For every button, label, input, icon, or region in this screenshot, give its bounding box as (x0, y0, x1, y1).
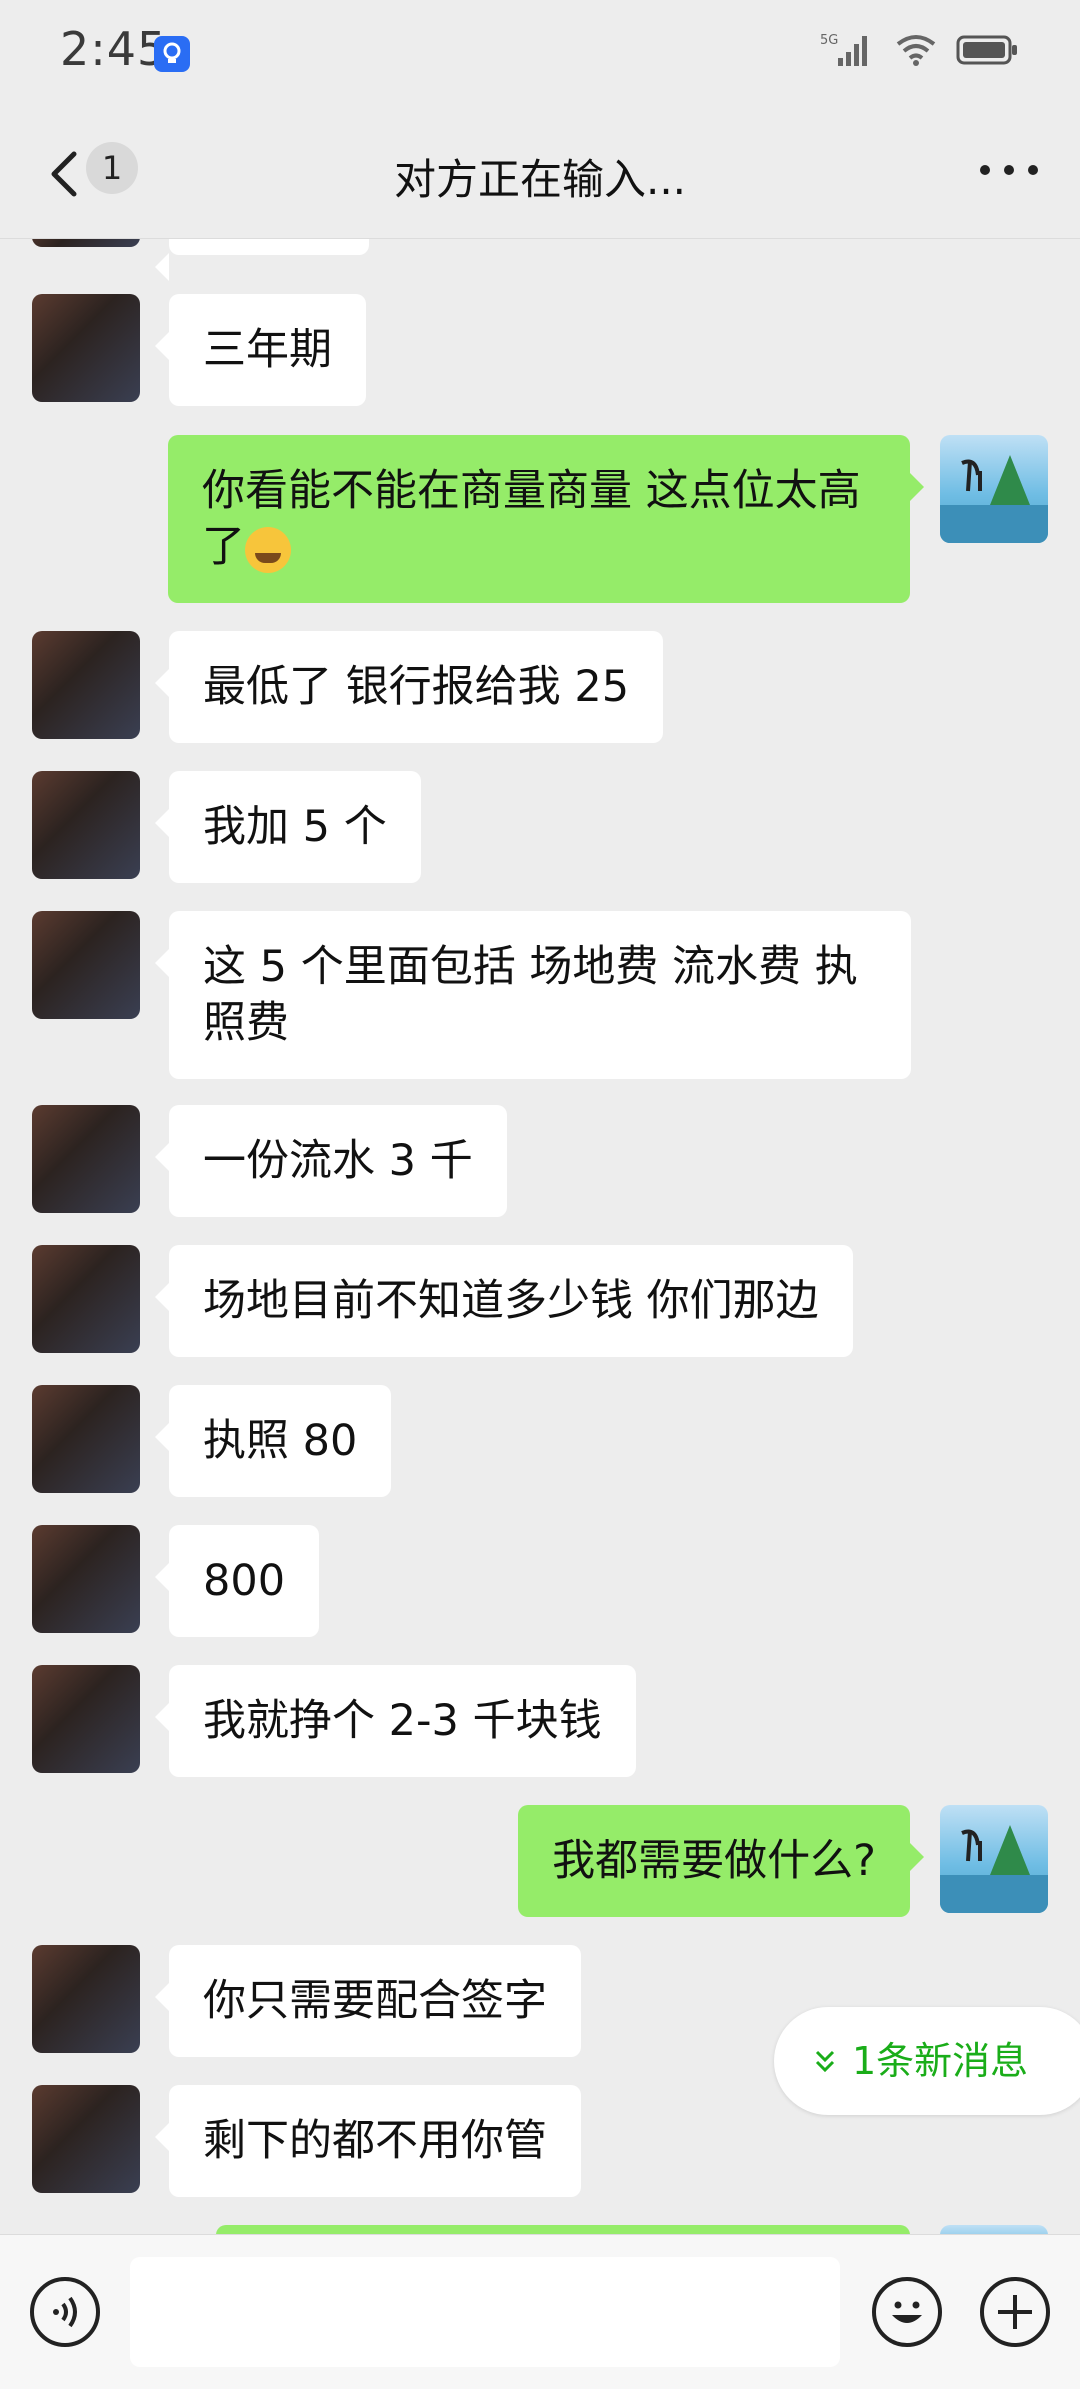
message-bubble[interactable]: 这 5 个里面包括 场地费 流水费 执照费 (155, 911, 911, 1079)
new-message-indicator[interactable]: 1条新消息 (774, 2007, 1080, 2115)
message-bubble-self[interactable]: 我都需要做什么? (518, 1805, 924, 1917)
message-bubble[interactable] (155, 239, 369, 281)
voice-icon (53, 2296, 77, 2328)
more-options-button[interactable] (980, 160, 1040, 180)
chat-title: 对方正在输入... (393, 155, 687, 204)
contact-avatar[interactable] (32, 1945, 140, 2053)
system-icons: 5G (820, 30, 1020, 74)
message-bubble[interactable]: 剩下的都不用你管 (155, 2085, 581, 2197)
input-bar (0, 2234, 1080, 2389)
message-bubble[interactable]: 你只需要配合签字 (155, 1945, 581, 2057)
contact-avatar[interactable] (32, 294, 140, 402)
plus-icon (998, 2295, 1032, 2329)
status-time: 2:45 (60, 22, 168, 76)
self-avatar[interactable] (940, 1805, 1048, 1913)
contact-avatar[interactable] (32, 631, 140, 739)
message-text: 你看能不能在商量商量 这点位太高了 (202, 466, 861, 572)
double-chevron-down-icon (814, 2009, 836, 2117)
signal-icon: 5G (820, 30, 876, 74)
message-list[interactable]: 三年期 你看能不能在商量商量 这点位太高了 最低了 银行报给我 25 我加 5 … (0, 239, 1080, 2234)
message-bubble[interactable]: 最低了 银行报给我 25 (154, 631, 664, 743)
message-bubble[interactable]: 一份流水 3 千 (155, 1105, 507, 1217)
voice-button[interactable] (30, 2277, 100, 2347)
message-bubble[interactable]: 执照 80 (154, 1385, 392, 1497)
message-bubble[interactable]: 我就挣个 2-3 千块钱 (155, 1665, 636, 1777)
message-bubble-self[interactable] (216, 2225, 910, 2234)
message-bubble[interactable]: 800 (154, 1525, 320, 1637)
wifi-icon (894, 32, 938, 72)
contact-avatar[interactable] (32, 239, 140, 247)
contact-avatar[interactable] (32, 1525, 140, 1633)
contact-avatar[interactable] (32, 911, 140, 1019)
self-avatar[interactable] (940, 2225, 1048, 2234)
crying-face-icon (245, 526, 291, 573)
message-bubble[interactable]: 场地目前不知道多少钱 你们那边 (155, 1245, 853, 1357)
status-bar: 2:45 5G (0, 0, 1080, 110)
network-label: 5G (820, 33, 838, 48)
contact-avatar[interactable] (32, 1665, 140, 1773)
contact-avatar[interactable] (32, 771, 140, 879)
calligraphy-avatar-icon (940, 1825, 1048, 1913)
calligraphy-avatar-icon (940, 455, 1048, 543)
message-bubble-self[interactable]: 你看能不能在商量商量 这点位太高了 (168, 435, 924, 603)
emoji-icon (892, 2301, 922, 2323)
message-bubble[interactable]: 三年期 (155, 294, 366, 406)
self-avatar[interactable] (940, 435, 1048, 543)
message-input[interactable] (130, 2257, 840, 2367)
notification-bulb-icon (154, 36, 190, 72)
emoji-button[interactable] (872, 2277, 942, 2347)
new-message-label: 1条新消息 (852, 2039, 1029, 2083)
more-dots-icon (980, 165, 990, 175)
contact-avatar[interactable] (32, 2085, 140, 2193)
battery-icon (956, 33, 1020, 71)
chat-header: 1 对方正在输入... (0, 110, 1080, 239)
message-bubble[interactable]: 我加 5 个 (155, 771, 421, 883)
contact-avatar[interactable] (32, 1105, 140, 1213)
contact-avatar[interactable] (32, 1385, 140, 1493)
contact-avatar[interactable] (32, 1245, 140, 1353)
more-functions-button[interactable] (980, 2277, 1050, 2347)
